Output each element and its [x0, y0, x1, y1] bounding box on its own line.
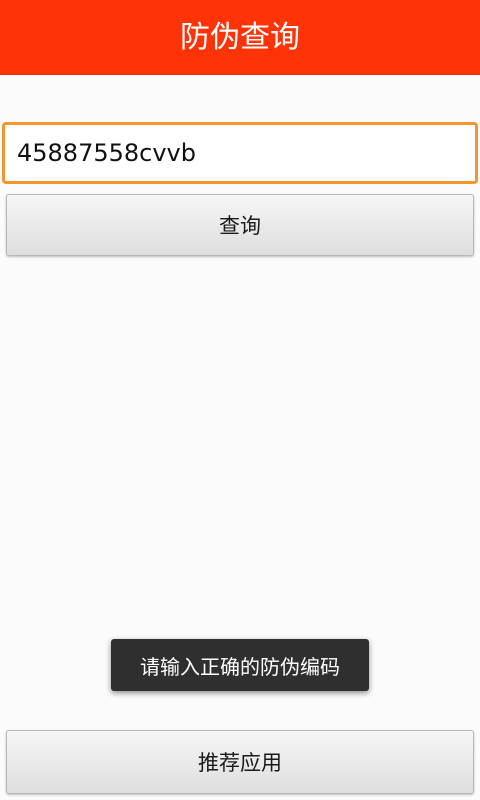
recommend-apps-button[interactable]: 推荐应用 [6, 730, 474, 794]
query-button[interactable]: 查询 [6, 194, 474, 256]
title-bar: 防伪查询 [0, 0, 480, 75]
app-screen: 防伪查询 查询 请输入正确的防伪编码 推荐应用 [0, 0, 480, 800]
anti-counterfeit-code-input[interactable] [2, 122, 478, 184]
toast-message: 请输入正确的防伪编码 [111, 639, 369, 691]
toast-text: 请输入正确的防伪编码 [140, 654, 340, 679]
page-title: 防伪查询 [180, 19, 300, 55]
